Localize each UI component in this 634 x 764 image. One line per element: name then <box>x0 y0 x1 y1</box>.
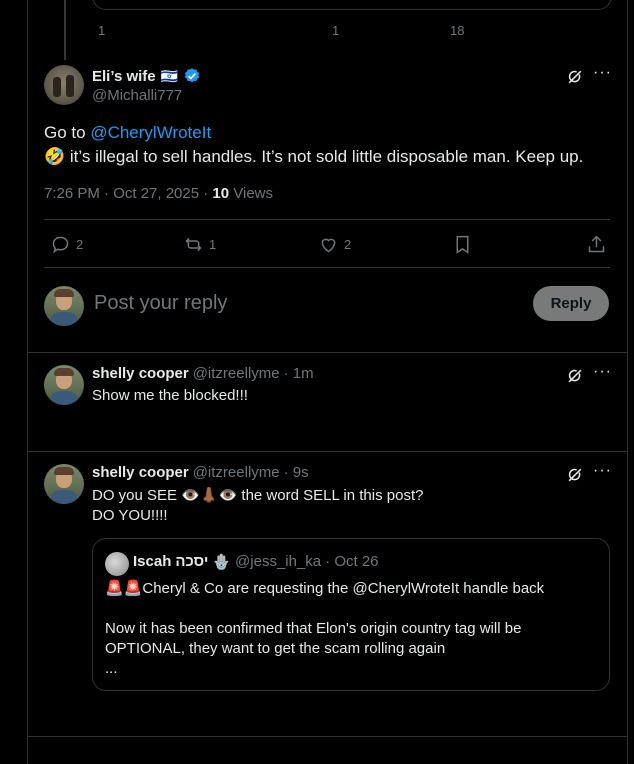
grok-button[interactable] <box>565 67 585 92</box>
eye-nose-emojis: 👁️👃🏾👁️ <box>181 487 238 504</box>
reply1-grok-button[interactable] <box>565 366 585 391</box>
bookmark-icon <box>456 235 469 254</box>
reply-icon <box>52 236 69 254</box>
mention-link[interactable]: @CherylWroteIt <box>90 123 211 142</box>
share-icon <box>588 235 605 253</box>
siren-emojis: 🚨🚨 <box>105 580 143 597</box>
reply2-header: shelly cooper @itzreellyme · 9s <box>92 464 309 481</box>
retweet-count: 1 <box>209 237 217 252</box>
thread-line <box>64 0 66 60</box>
quote-line-2: Now it has been confirmed that Elon's or… <box>105 620 522 637</box>
reply2-text-a: DO you SEE <box>92 487 182 504</box>
reply2-display-name[interactable]: shelly cooper <box>92 464 189 481</box>
reply2-avatar[interactable] <box>44 464 84 504</box>
prev-reply-count: 1 <box>98 23 106 38</box>
prev-like-action[interactable]: 1 <box>327 23 339 38</box>
quote-text: 🚨🚨Cheryl & Co are requesting the @Cheryl… <box>105 579 600 679</box>
flag-emoji: 🇮🇱 <box>160 67 179 84</box>
retweet-icon <box>185 237 202 252</box>
grok-icon <box>568 70 582 84</box>
reply1-display-name[interactable]: shelly cooper <box>92 365 189 382</box>
tweet-line-1: Go to @CherylWroteIt <box>44 121 614 145</box>
reply1-more-icon[interactable]: ··· <box>593 363 612 381</box>
quote-header: Iscah יסכה 🪬 @jess_ih_ka · Oct 26 <box>133 553 379 571</box>
reply2-more-icon[interactable]: ··· <box>593 462 612 480</box>
reply2-line-1: DO you SEE 👁️👃🏾👁️ the word SELL in this … <box>92 486 423 506</box>
prev-like-count: 1 <box>332 23 340 38</box>
tweet-meta: 7:26 PM · Oct 27, 2025 · 10 Views <box>44 185 273 202</box>
tweet-body: it’s illegal to sell handles. It’s not s… <box>65 147 584 166</box>
rofl-emoji: 🤣 <box>44 147 66 166</box>
reply2-time[interactable]: · 9s <box>284 464 309 481</box>
reply2-handle[interactable]: @itzreellyme <box>193 464 280 481</box>
tweet-line-2: 🤣 it’s illegal to sell handles. It’s not… <box>44 145 614 169</box>
reply2-grok-button[interactable] <box>565 465 585 490</box>
compose-avatar[interactable] <box>44 286 84 326</box>
quote-handle: @jess_ih_ka <box>235 553 322 570</box>
author-handle[interactable]: @Michalli777 <box>92 87 182 104</box>
reply2-divider <box>28 736 627 737</box>
tweet-timestamp[interactable]: 7:26 PM · Oct 27, 2025 · <box>44 185 212 202</box>
heart-icon <box>321 238 336 253</box>
quote-card[interactable]: Iscah יסכה 🪬 @jess_ih_ka · Oct 26 🚨🚨Cher… <box>92 538 610 691</box>
grok-icon <box>568 468 582 482</box>
prev-view-count: 18 <box>450 23 465 38</box>
quote-avatar <box>105 552 129 576</box>
timeline-column: 1 1 18 Eli’s wife 🇮🇱 @Michalli777 ··· Go… <box>27 0 628 764</box>
reply1-avatar[interactable] <box>44 365 84 405</box>
quote-line-3: OPTIONAL, they want to get the scam roll… <box>105 640 446 657</box>
reply-action[interactable]: 2 <box>50 234 83 255</box>
reply-input[interactable]: Post your reply <box>94 292 227 315</box>
author-display-name[interactable]: Eli’s wife <box>92 68 156 85</box>
reply2-text: DO you SEE 👁️👃🏾👁️ the word SELL in this … <box>92 486 423 526</box>
verified-badge-icon <box>184 68 200 83</box>
compose-divider <box>28 352 627 353</box>
quote-name-suffix: יסכה <box>175 553 209 570</box>
author-header: Eli’s wife 🇮🇱 <box>92 66 201 86</box>
quote-ellipsis: ... <box>105 660 118 677</box>
hamsa-emoji: 🪬 <box>212 554 232 571</box>
reply2-line-2: DO YOU!!!! <box>92 507 168 524</box>
meta-divider <box>44 219 610 220</box>
tweet-text-go-to: Go to <box>44 123 91 142</box>
reply1-header: shelly cooper @itzreellyme · 1m <box>92 365 314 382</box>
retweet-action[interactable]: 1 <box>183 234 216 255</box>
share-action[interactable] <box>586 234 607 255</box>
reply2-text-b: the word SELL in this post? <box>237 487 424 504</box>
grok-icon <box>568 369 582 383</box>
like-count: 2 <box>344 237 352 252</box>
quote-display-name: Iscah <box>133 553 172 570</box>
quote-line-1: 🚨🚨Cheryl & Co are requesting the @Cheryl… <box>105 579 600 599</box>
reply-count: 2 <box>76 237 84 252</box>
more-options-icon[interactable]: ··· <box>593 64 612 82</box>
bookmark-action[interactable] <box>452 234 473 255</box>
quote-line-1-text: Cheryl & Co are requesting the @CherylWr… <box>142 580 545 597</box>
reply1-divider <box>28 451 627 452</box>
prev-views-action[interactable]: 18 <box>445 23 464 38</box>
views-label: Views <box>229 185 274 202</box>
actions-divider <box>44 267 610 268</box>
tweet-text: Go to @CherylWroteIt 🤣 it’s illegal to s… <box>44 121 614 169</box>
reply1-handle[interactable]: @itzreellyme <box>193 365 280 382</box>
prev-quote-card-bottom[interactable] <box>92 0 612 10</box>
reply1-time[interactable]: · 1m <box>284 365 314 382</box>
like-action[interactable]: 2 <box>318 234 351 255</box>
quote-time: · Oct 26 <box>325 553 379 570</box>
views-number: 10 <box>212 185 230 202</box>
avatar[interactable] <box>44 65 84 105</box>
prev-reply-action[interactable]: 1 <box>93 23 105 38</box>
reply1-text: Show me the blocked!!! <box>92 387 248 404</box>
reply-button[interactable]: Reply <box>533 286 609 321</box>
